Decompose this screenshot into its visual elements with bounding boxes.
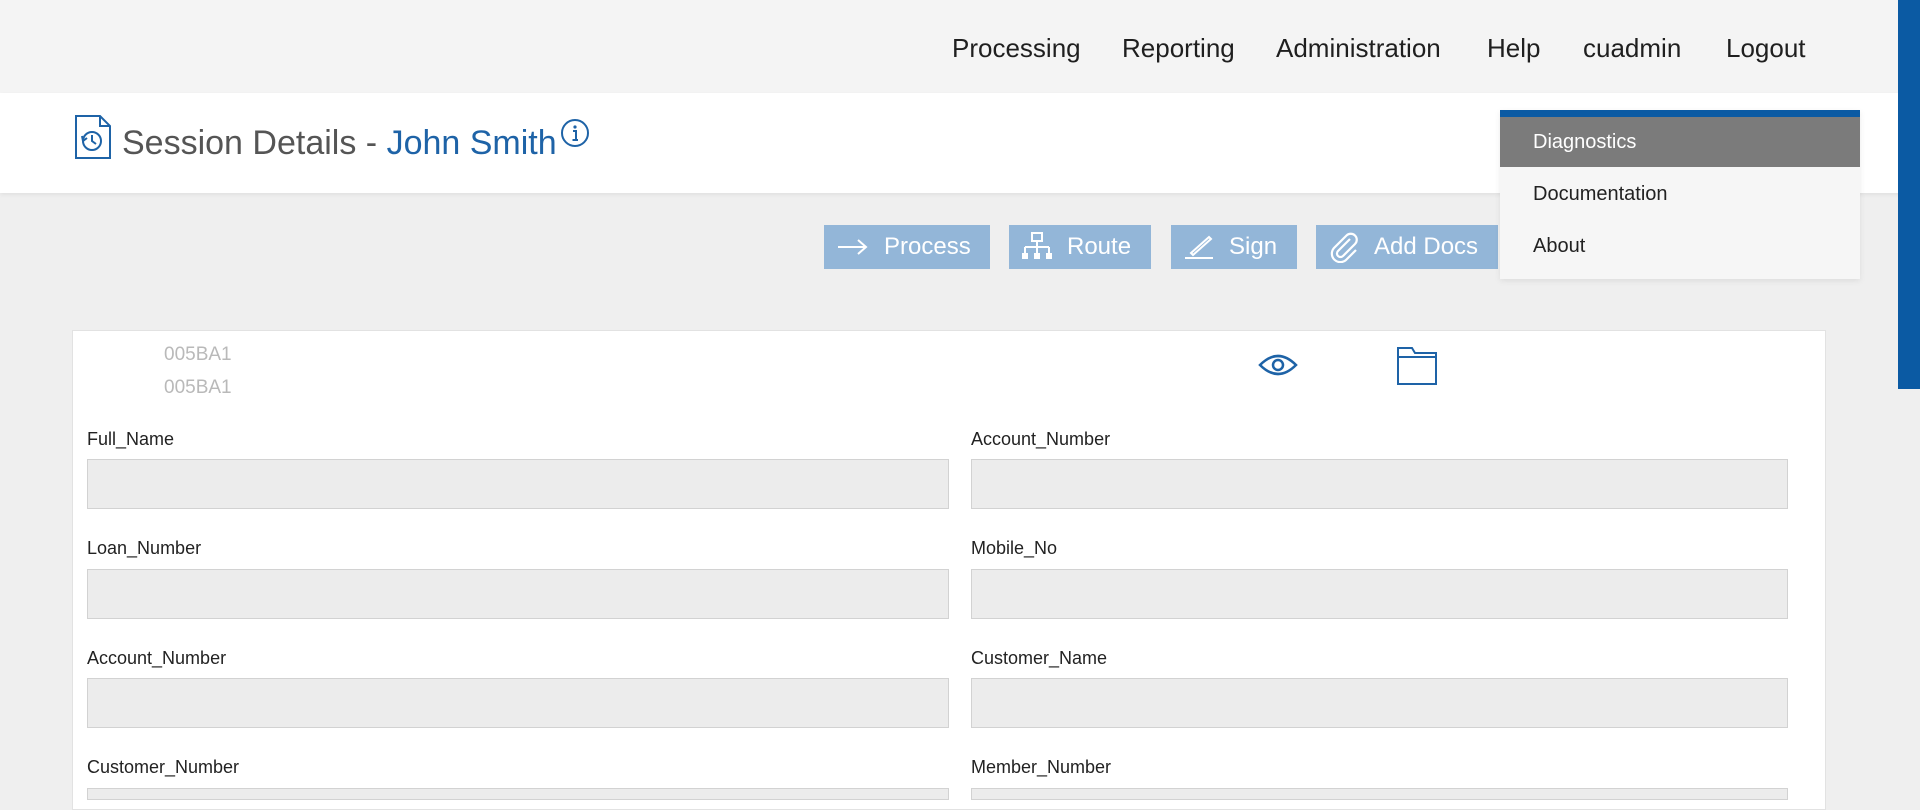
page-title-prefix: Session Details - [122,124,378,162]
account-number-input[interactable] [971,459,1788,509]
info-icon[interactable] [560,118,590,148]
loan-number-input[interactable] [87,569,949,619]
nav-reporting[interactable]: Reporting [1122,33,1235,64]
sign-button[interactable]: Sign [1171,225,1297,269]
mobile-no-input[interactable] [971,569,1788,619]
field-label-customer-name: Customer_Name [971,648,1108,668]
customer-number-input[interactable] [87,788,949,800]
page-title: Session Details - John Smith [122,124,557,163]
field-label-full-name: Full_Name [87,429,175,449]
nav-user-cuadmin[interactable]: cuadmin [1583,33,1681,64]
session-history-icon [75,115,111,159]
menu-item-documentation[interactable]: Documentation [1500,169,1860,219]
field-label-mobile-no: Mobile_No [971,538,1058,558]
field-label-loan-number: Loan_Number [87,538,202,558]
account-number-2-input[interactable] [87,678,949,728]
customer-name-input[interactable] [971,678,1788,728]
help-dropdown-menu: Diagnostics Documentation About [1500,110,1860,279]
process-button-label: Process [884,233,971,260]
add-docs-button-label: Add Docs [1374,233,1479,260]
full-name-input[interactable] [87,459,949,509]
add-docs-button[interactable]: Add Docs [1316,225,1498,269]
process-button[interactable]: Process [824,225,990,269]
menu-item-about[interactable]: About [1500,221,1860,271]
sign-button-label: Sign [1229,233,1278,260]
document-id: 005BA1 [164,377,232,398]
arrow-right-icon [838,239,868,255]
field-label-customer-number: Customer_Number [87,757,240,777]
pen-sign-icon [1185,235,1213,259]
nav-processing[interactable]: Processing [952,33,1081,64]
route-hierarchy-icon [1022,232,1052,259]
paperclip-icon [1330,232,1358,263]
member-number-input[interactable] [971,788,1788,800]
session-user-name: John Smith [386,124,557,162]
eye-icon[interactable] [1258,350,1298,380]
route-button-label: Route [1067,233,1132,260]
nav-help[interactable]: Help [1487,33,1540,64]
scrollbar-thumb[interactable] [1898,0,1920,389]
field-label-account-number: Account_Number [971,429,1111,449]
route-button[interactable]: Route [1009,225,1151,269]
folder-icon[interactable] [1396,344,1438,386]
document-id: 005BA1 [164,344,232,365]
field-label-member-number: Member_Number [971,757,1112,777]
nav-administration[interactable]: Administration [1276,33,1441,64]
menu-item-diagnostics[interactable]: Diagnostics [1500,117,1860,167]
field-label-account-number-2: Account_Number [87,648,227,668]
nav-logout[interactable]: Logout [1726,33,1806,64]
